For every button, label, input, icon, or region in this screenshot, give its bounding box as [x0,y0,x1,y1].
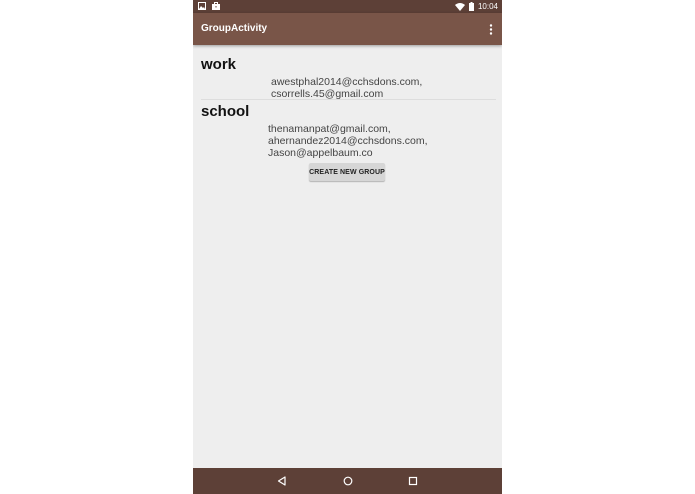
create-new-group-button[interactable]: CREATE NEW GROUP [309,163,385,181]
status-bar: 10:04 [193,0,502,13]
device-screen: 10:04 GroupActivity work awestphal2014@c… [193,0,502,494]
navigation-bar [193,468,502,494]
app-title: GroupActivity [201,23,268,34]
battery-icon [468,2,474,11]
email-line: ahernandez2014@cchsdons.com, [268,135,428,147]
image-icon [198,2,206,10]
list-item[interactable]: school thenamanpat@gmail.com, ahernandez… [193,101,502,159]
back-icon[interactable] [275,474,289,488]
wifi-icon [454,2,465,11]
group-list: work awestphal2014@cchsdons.com, csorrel… [193,45,502,468]
recents-icon[interactable] [406,474,420,488]
briefcase-icon [212,2,220,10]
home-icon[interactable] [341,474,355,488]
status-time: 10:04 [477,2,498,11]
divider [201,99,496,100]
status-system: 10:04 [454,1,498,12]
group-emails: thenamanpat@gmail.com, ahernandez2014@cc… [268,123,428,159]
email-line: awestphal2014@cchsdons.com, [271,76,423,88]
email-line: thenamanpat@gmail.com, [268,123,391,135]
more-vert-icon[interactable] [489,24,493,35]
status-notifications [198,2,220,10]
group-name: school [201,103,250,120]
group-emails: awestphal2014@cchsdons.com, csorrells.45… [271,76,422,100]
list-item[interactable]: work awestphal2014@cchsdons.com, csorrel… [193,45,502,101]
group-name: work [201,56,237,73]
app-bar: GroupActivity [193,13,502,45]
email-line: Jason@appelbaum.co [268,147,373,159]
